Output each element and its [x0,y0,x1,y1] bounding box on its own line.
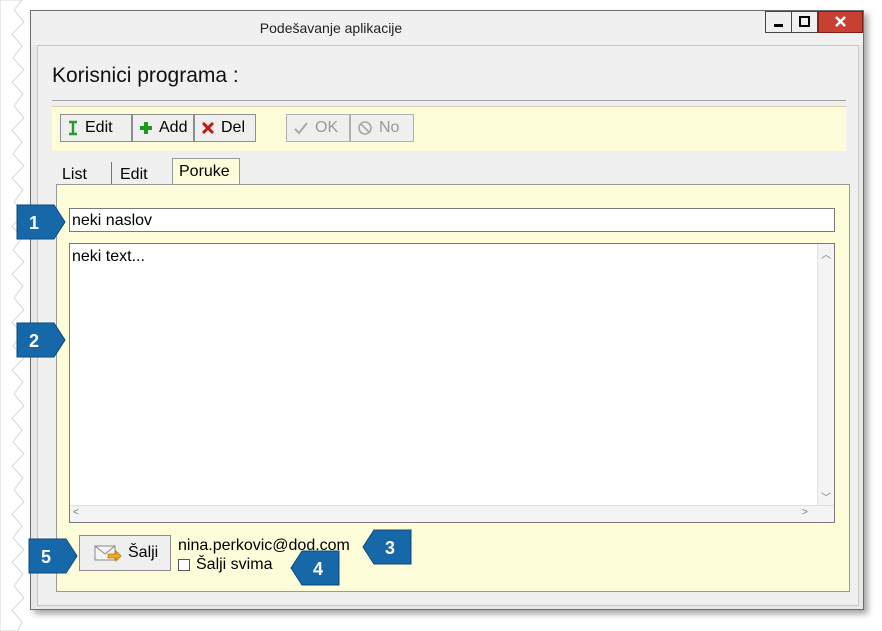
delete-button-label: Del [221,119,246,136]
ok-button-label: OK [315,119,339,136]
minimize-icon [774,24,783,27]
subject-input[interactable]: neki naslov [69,208,835,232]
scroll-right-icon[interactable]: > [802,507,808,518]
tab-edit[interactable]: Edit [114,162,174,184]
horizontal-scrollbar[interactable]: < > [70,505,834,522]
add-button[interactable]: Add [132,114,194,142]
delete-x-icon [201,121,215,135]
send-all-row: Šalji svima [178,556,272,574]
send-all-label: Šalji svima [196,556,273,573]
title-bar[interactable]: Podešavanje aplikacije [31,11,863,45]
toolbar: Edit Add Del OK No [52,106,846,151]
tab-list[interactable]: List [56,162,112,184]
tab-poruke[interactable]: Poruke [172,158,240,185]
window-title: Podešavanje aplikacije [259,20,403,36]
callout-4: 4 [290,550,340,586]
torn-edge-decoration [0,0,25,631]
send-mail-icon [94,545,122,562]
delete-button[interactable]: Del [194,114,256,142]
callout-3-label: 3 [385,538,395,558]
checkmark-icon [294,122,308,135]
callout-3: 3 [362,529,412,565]
callout-2-label: 2 [29,331,39,351]
edit-button-label: Edit [85,119,113,136]
maximize-icon [799,16,810,27]
callout-4-label: 4 [313,559,323,579]
cancel-circle-icon [358,121,372,135]
edit-button[interactable]: Edit [60,114,132,142]
callout-1-label: 1 [29,213,39,233]
maximize-button[interactable] [791,11,818,33]
scroll-left-icon[interactable]: < [73,507,79,518]
close-button[interactable] [818,11,863,33]
text-cursor-icon [69,120,77,136]
no-button-label: No [379,119,400,136]
scroll-up-icon[interactable]: ︿ [821,246,831,261]
page-title: Korisnici programa : [52,64,239,87]
close-icon [835,16,846,27]
send-button[interactable]: Šalji [79,535,171,571]
message-body-text: neki text... [72,248,145,265]
minimize-button[interactable] [765,11,792,33]
vertical-scrollbar[interactable]: ︿ ﹀ [817,244,834,506]
scroll-down-icon[interactable]: ﹀ [821,489,831,504]
plus-icon [140,122,152,134]
heading-divider [52,100,846,101]
no-button[interactable]: No [350,114,414,142]
callout-2: 2 [16,322,66,358]
callout-1: 1 [16,204,66,240]
message-body-textarea[interactable]: neki text... ︿ ﹀ < > [69,243,835,523]
add-button-label: Add [159,119,188,136]
send-all-checkbox[interactable] [178,559,190,571]
callout-5-label: 5 [41,547,51,567]
callout-5: 5 [28,538,78,574]
window-content: Korisnici programa : Edit Add Del OK No [37,45,859,606]
send-button-label: Šalji [128,544,159,561]
messages-panel: neki naslov neki text... ︿ ﹀ < > Šalji n… [56,184,850,592]
ok-button[interactable]: OK [286,114,350,142]
settings-window: Podešavanje aplikacije Korisnici program… [30,10,864,610]
